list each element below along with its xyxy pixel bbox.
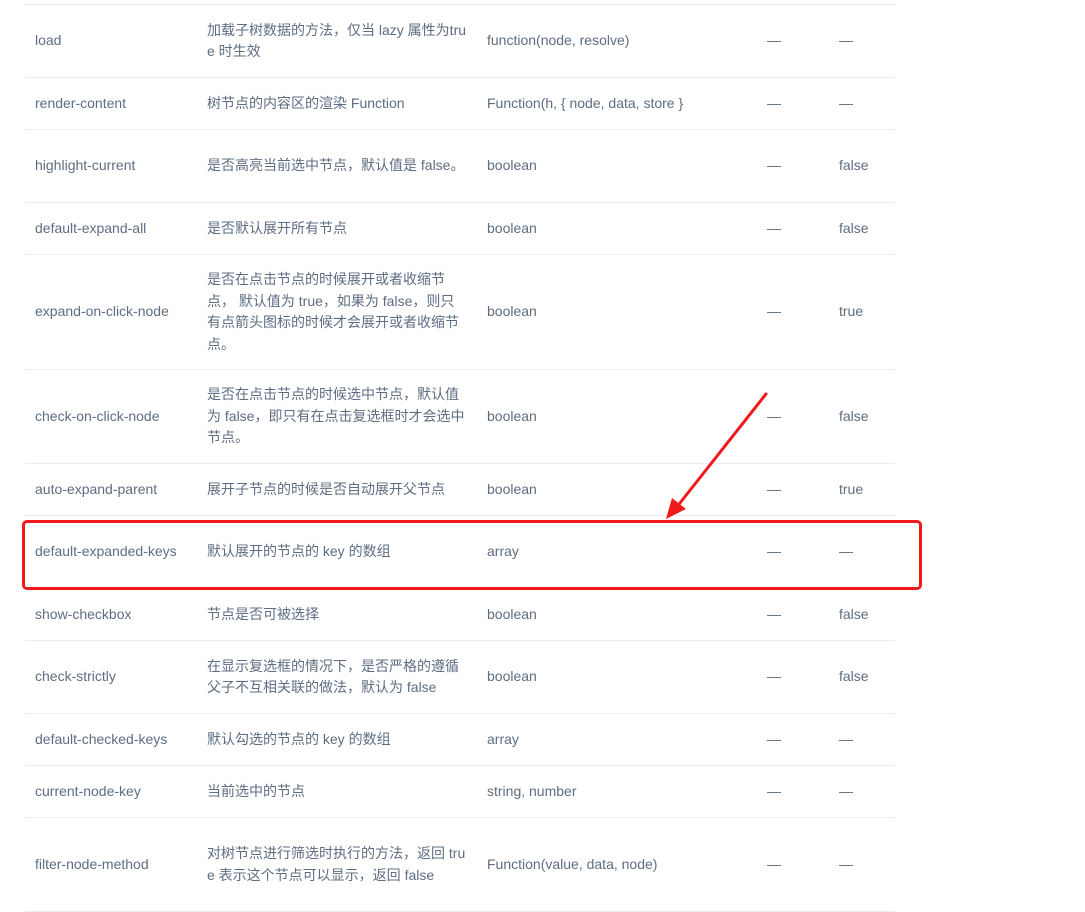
param-options: — xyxy=(767,782,781,799)
param-type: boolean xyxy=(487,407,537,424)
param-type: function(node, resolve) xyxy=(487,32,630,49)
param-type: string, number xyxy=(487,782,577,799)
param-description: 是否在点击节点的时候展开或者收缩节点， 默认值为 true，如果为 false，… xyxy=(207,271,459,352)
param-options: — xyxy=(767,668,781,685)
param-type: Function(value, data, node) xyxy=(487,855,658,872)
param-type: boolean xyxy=(487,668,537,685)
param-name: default-expanded-keys xyxy=(35,543,177,560)
param-description: 是否默认展开所有节点 xyxy=(207,219,347,236)
param-type: boolean xyxy=(487,480,537,497)
param-options: — xyxy=(767,407,781,424)
param-name: default-expand-all xyxy=(35,219,147,236)
param-type: boolean xyxy=(487,157,537,174)
table-row: highlight-current 是否高亮当前选中节点，默认值是 false。… xyxy=(25,130,895,203)
param-name: load xyxy=(35,32,62,49)
param-options: — xyxy=(767,32,781,49)
param-description: 是否在点击节点的时候选中节点，默认值为 false，即只有在点击复选框时才会选中… xyxy=(207,386,465,446)
param-name: expand-on-click-node xyxy=(35,303,169,320)
param-description: 默认展开的节点的 key 的数组 xyxy=(207,543,391,560)
param-options: — xyxy=(767,480,781,497)
param-default: — xyxy=(839,730,853,747)
param-default: — xyxy=(839,782,853,799)
table-row: default-expand-all 是否默认展开所有节点 boolean — … xyxy=(25,203,895,255)
param-default: false xyxy=(839,605,869,622)
param-description: 对树节点进行筛选时执行的方法，返回 true 表示这个节点可以显示，返回 fal… xyxy=(207,845,466,883)
param-type: array xyxy=(487,730,519,747)
param-options: — xyxy=(767,855,781,872)
param-description: 在显示复选框的情况下，是否严格的遵循父子不互相关联的做法，默认为 false xyxy=(207,657,459,696)
param-description: 是否高亮当前选中节点，默认值是 false。 xyxy=(207,157,465,174)
param-name: current-node-key xyxy=(35,782,141,799)
param-description: 树节点的内容区的渲染 Function xyxy=(207,94,405,111)
param-options: — xyxy=(767,157,781,174)
param-description: 展开子节点的时候是否自动展开父节点 xyxy=(207,480,445,497)
table-row: expand-on-click-node 是否在点击节点的时候展开或者收缩节点，… xyxy=(25,255,895,370)
param-description: 当前选中的节点 xyxy=(207,782,305,799)
param-default: false xyxy=(839,668,869,685)
attributes-table: load 加载子树数据的方法，仅当 lazy 属性为true 时生效 funct… xyxy=(25,4,895,912)
param-default: — xyxy=(839,543,853,560)
param-description: 加载子树数据的方法，仅当 lazy 属性为true 时生效 xyxy=(207,21,467,60)
table-row: current-node-key 当前选中的节点 string, number … xyxy=(25,766,895,818)
param-type: Function(h, { node, data, store } xyxy=(487,94,684,111)
table-row: auto-expand-parent 展开子节点的时候是否自动展开父节点 boo… xyxy=(25,464,895,516)
param-name: default-checked-keys xyxy=(35,730,168,747)
param-name: filter-node-method xyxy=(35,855,149,872)
param-default: false xyxy=(839,219,869,236)
param-description: 节点是否可被选择 xyxy=(207,605,319,622)
param-name: highlight-current xyxy=(35,157,136,174)
param-name: check-on-click-node xyxy=(35,407,160,424)
param-name: show-checkbox xyxy=(35,605,132,622)
param-name: render-content xyxy=(35,94,127,111)
param-default: — xyxy=(839,94,853,111)
table-row: show-checkbox 节点是否可被选择 boolean — false xyxy=(25,589,895,641)
param-default: false xyxy=(839,407,869,424)
param-default: — xyxy=(839,32,853,49)
table-row: check-strictly 在显示复选框的情况下，是否严格的遵循父子不互相关联… xyxy=(25,641,895,714)
param-type: boolean xyxy=(487,303,537,320)
table-row: default-checked-keys 默认勾选的节点的 key 的数组 ar… xyxy=(25,714,895,766)
param-type: boolean xyxy=(487,219,537,236)
param-options: — xyxy=(767,219,781,236)
param-default: true xyxy=(839,480,864,497)
param-description: 默认勾选的节点的 key 的数组 xyxy=(207,730,391,747)
table-row-highlighted: default-expanded-keys 默认展开的节点的 key 的数组 a… xyxy=(25,516,895,589)
param-options: — xyxy=(767,730,781,747)
table-row: load 加载子树数据的方法，仅当 lazy 属性为true 时生效 funct… xyxy=(25,5,895,78)
param-default: true xyxy=(839,303,864,320)
param-default: false xyxy=(839,157,869,174)
param-options: — xyxy=(767,543,781,560)
table-row: filter-node-method 对树节点进行筛选时执行的方法，返回 tru… xyxy=(25,818,895,912)
param-type: array xyxy=(487,543,519,560)
param-options: — xyxy=(767,605,781,622)
param-options: — xyxy=(767,303,781,320)
param-default: — xyxy=(839,855,853,872)
table-row: render-content 树节点的内容区的渲染 Function Funct… xyxy=(25,78,895,130)
table-row: check-on-click-node 是否在点击节点的时候选中节点，默认值为 … xyxy=(25,370,895,464)
param-options: — xyxy=(767,94,781,111)
param-name: check-strictly xyxy=(35,668,116,685)
param-name: auto-expand-parent xyxy=(35,480,158,497)
param-type: boolean xyxy=(487,605,537,622)
